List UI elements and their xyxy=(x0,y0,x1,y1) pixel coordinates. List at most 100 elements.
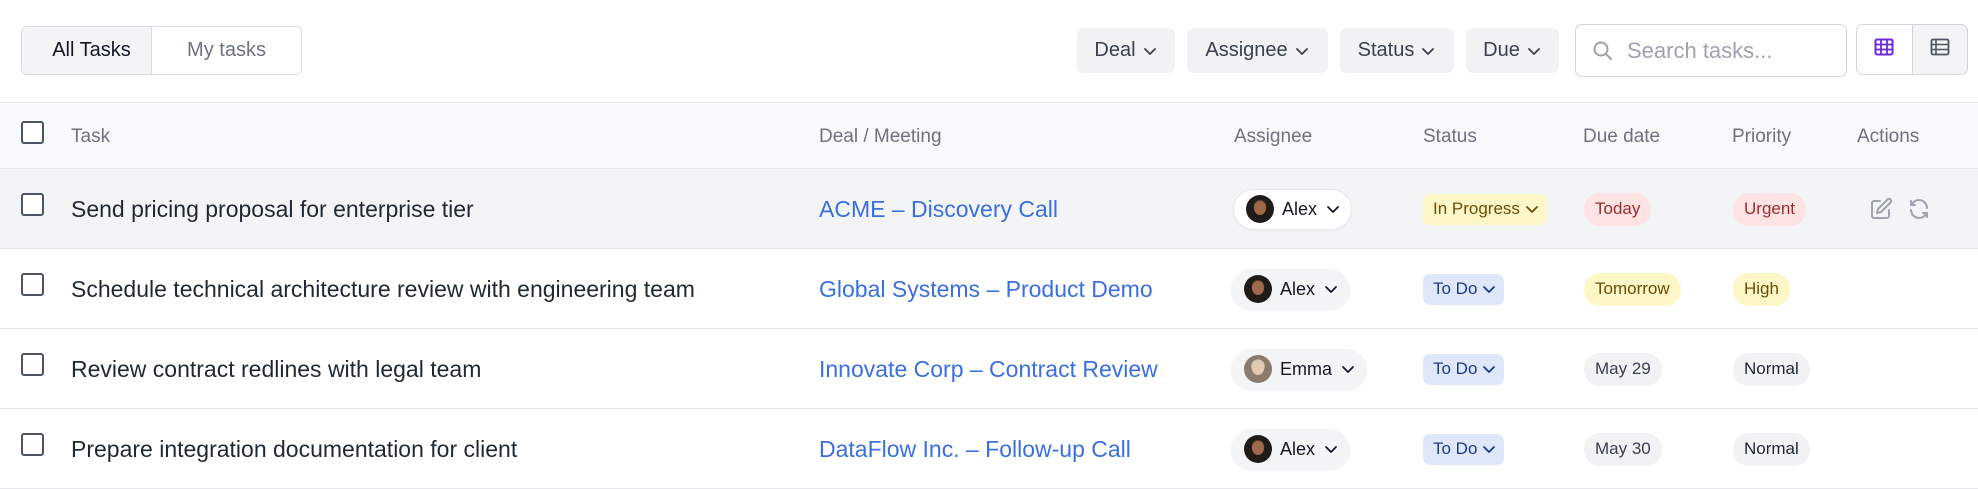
assignee-dropdown[interactable]: Alex xyxy=(1233,188,1353,230)
deal-link[interactable]: Global Systems – Product Demo xyxy=(819,249,1153,329)
filter-assignee-button[interactable]: Assignee xyxy=(1187,28,1328,73)
chevron-down-icon xyxy=(1524,201,1540,217)
avatar xyxy=(1244,355,1272,383)
assignee-name: Alex xyxy=(1282,198,1318,219)
row-checkbox[interactable] xyxy=(21,353,44,376)
due-badge: May 29 xyxy=(1584,352,1662,386)
priority-badge: Normal xyxy=(1733,352,1810,386)
row-checkbox[interactable] xyxy=(21,193,44,216)
deal-link[interactable]: Innovate Corp – Contract Review xyxy=(819,329,1158,409)
tab-all-tasks[interactable]: All Tasks xyxy=(22,27,152,74)
column-header-priority[interactable]: Priority xyxy=(1732,104,1791,169)
chevron-down-icon xyxy=(1526,43,1542,59)
assignee-dropdown[interactable]: Alex xyxy=(1231,268,1351,310)
chevron-down-icon xyxy=(1481,281,1497,297)
assignee-name: Emma xyxy=(1280,358,1333,379)
search-icon xyxy=(1591,39,1615,63)
filter-due-button[interactable]: Due xyxy=(1466,28,1559,73)
avatar xyxy=(1244,275,1272,303)
chevron-down-icon xyxy=(1323,281,1339,297)
status-label: In Progress xyxy=(1433,199,1520,218)
chevron-down-icon xyxy=(1294,43,1310,59)
grid-view-button[interactable] xyxy=(1857,25,1913,74)
due-badge: Today xyxy=(1584,192,1652,226)
table-row[interactable]: Schedule technical architecture review w… xyxy=(0,249,1978,329)
grid-view-icon xyxy=(1874,37,1894,62)
task-title[interactable]: Send pricing proposal for enterprise tie… xyxy=(71,169,474,249)
status-dropdown[interactable]: To Do xyxy=(1423,433,1505,465)
filter-due-label: Due xyxy=(1483,39,1520,61)
task-scope-toggle: All Tasks My tasks xyxy=(21,26,302,75)
filter-deal-button[interactable]: Deal xyxy=(1077,28,1175,73)
column-header-actions: Actions xyxy=(1857,125,1920,147)
column-header-task[interactable]: Task xyxy=(71,104,110,169)
refresh-icon[interactable] xyxy=(1907,197,1931,221)
column-header-deal[interactable]: Deal / Meeting xyxy=(819,104,942,169)
column-header-status[interactable]: Status xyxy=(1423,104,1477,169)
status-cell: To Do xyxy=(1423,409,1505,489)
task-title[interactable]: Prepare integration documentation for cl… xyxy=(71,409,517,489)
chevron-down-icon xyxy=(1323,441,1339,457)
priority-cell: Normal xyxy=(1733,409,1810,489)
status-label: To Do xyxy=(1433,279,1478,298)
status-dropdown[interactable]: In Progress xyxy=(1423,193,1547,225)
table-row[interactable]: Prepare integration documentation for cl… xyxy=(0,409,1978,489)
table-row[interactable]: Send pricing proposal for enterprise tie… xyxy=(0,169,1978,249)
priority-cell: High xyxy=(1733,249,1790,329)
search-box xyxy=(1575,24,1847,77)
status-cell: In Progress xyxy=(1423,169,1547,249)
priority-cell: Urgent xyxy=(1733,169,1807,249)
search-input[interactable] xyxy=(1627,37,1837,64)
due-badge: Tomorrow xyxy=(1584,272,1681,306)
status-cell: To Do xyxy=(1423,249,1505,329)
chevron-down-icon xyxy=(1481,361,1497,377)
filter-assignee-label: Assignee xyxy=(1205,39,1288,61)
priority-badge: Normal xyxy=(1733,432,1810,466)
task-title[interactable]: Review contract redlines with legal team xyxy=(71,329,481,409)
row-checkbox[interactable] xyxy=(21,273,44,296)
avatar xyxy=(1244,435,1272,463)
status-dropdown[interactable]: To Do xyxy=(1423,353,1505,385)
deal-link[interactable]: ACME – Discovery Call xyxy=(819,169,1058,249)
column-header-due-date[interactable]: Due date xyxy=(1583,104,1660,169)
assignee-name: Alex xyxy=(1280,438,1316,459)
priority-badge: Urgent xyxy=(1733,192,1807,226)
assignee-cell: Alex xyxy=(1233,169,1353,249)
chevron-down-icon xyxy=(1142,43,1158,59)
status-cell: To Do xyxy=(1423,329,1505,409)
filter-deal-label: Deal xyxy=(1094,39,1136,61)
filter-status-button[interactable]: Status xyxy=(1340,28,1454,73)
assignee-dropdown[interactable]: Alex xyxy=(1231,428,1351,470)
list-view-icon xyxy=(1930,37,1950,62)
select-all-checkbox[interactable] xyxy=(21,121,44,144)
table-row[interactable]: Review contract redlines with legal team… xyxy=(0,329,1978,409)
chevron-down-icon xyxy=(1420,43,1436,59)
list-view-button[interactable] xyxy=(1912,25,1967,74)
due-cell: Today xyxy=(1584,169,1652,249)
tab-my-tasks[interactable]: My tasks xyxy=(152,27,301,74)
chevron-down-icon xyxy=(1481,441,1497,457)
assignee-cell: Alex xyxy=(1231,249,1351,329)
avatar xyxy=(1246,195,1274,223)
due-cell: May 29 xyxy=(1584,329,1662,409)
status-label: To Do xyxy=(1433,359,1478,378)
toolbar: All Tasks My tasks Deal Assignee Status … xyxy=(0,0,1978,103)
assignee-cell: Alex xyxy=(1231,409,1351,489)
task-title[interactable]: Schedule technical architecture review w… xyxy=(71,249,695,329)
status-dropdown[interactable]: To Do xyxy=(1423,273,1505,305)
column-header-assignee[interactable]: Assignee xyxy=(1234,104,1312,169)
edit-icon[interactable] xyxy=(1869,197,1893,221)
chevron-down-icon xyxy=(1325,201,1341,217)
assignee-name: Alex xyxy=(1280,278,1316,299)
deal-link[interactable]: DataFlow Inc. – Follow-up Call xyxy=(819,409,1131,489)
priority-cell: Normal xyxy=(1733,329,1810,409)
due-cell: May 30 xyxy=(1584,409,1662,489)
view-toggle xyxy=(1856,24,1968,75)
status-label: To Do xyxy=(1433,439,1478,458)
row-checkbox[interactable] xyxy=(21,433,44,456)
assignee-dropdown[interactable]: Emma xyxy=(1231,348,1368,390)
actions-cell xyxy=(1869,169,1931,249)
table-header: Task Deal / Meeting Assignee Status Due … xyxy=(0,104,1978,169)
filter-status-label: Status xyxy=(1357,39,1415,61)
chevron-down-icon xyxy=(1340,361,1356,377)
